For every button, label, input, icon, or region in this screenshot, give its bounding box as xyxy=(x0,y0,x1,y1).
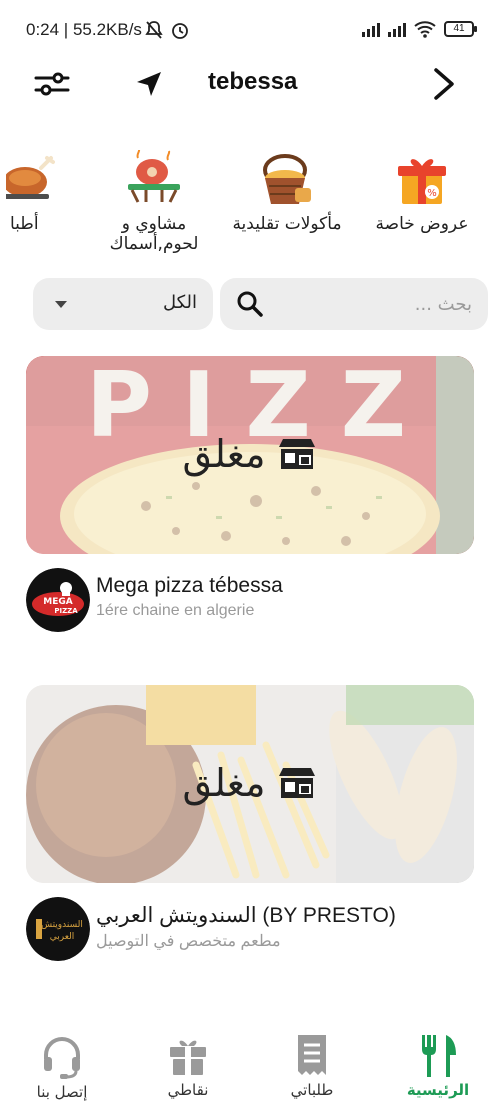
search-bar xyxy=(220,278,488,330)
category-grills[interactable]: مشاوي و لحوم,أسماك xyxy=(100,148,208,254)
fork-knife-icon xyxy=(416,1033,460,1077)
headset-icon xyxy=(40,1035,84,1079)
roast-chicken-icon xyxy=(6,150,58,210)
bread-basket-icon xyxy=(257,150,317,210)
category-label-line2: لحوم,أسماك xyxy=(109,234,199,254)
logo-text: MEGA xyxy=(43,597,72,607)
gift-icon xyxy=(166,1033,210,1077)
category-traditional[interactable]: مأكولات تقليدية xyxy=(222,150,352,234)
logo-text: PIZZA xyxy=(54,607,78,615)
nav-label: طلباتي xyxy=(290,1081,334,1099)
restaurant-name[interactable]: السندويتش العربي (BY PRESTO) xyxy=(96,903,396,928)
logo-text: العربي xyxy=(50,932,75,942)
store-closed-icon xyxy=(279,768,316,798)
wifi-icon xyxy=(414,21,436,38)
category-label: مأكولات تقليدية xyxy=(232,214,342,234)
category-label-line1: مشاوي و xyxy=(121,214,187,234)
nav-label: الرئيسية xyxy=(406,1081,470,1099)
grilled-meat-icon xyxy=(124,148,184,210)
mute-icon xyxy=(145,21,163,39)
closed-label: مغلق xyxy=(182,761,266,805)
dropdown-selected: الكل xyxy=(162,292,197,313)
bottom-navigation: إتصل بنا نقاطي طلباتي الرئيسية xyxy=(0,1011,500,1111)
nav-label: إتصل بنا xyxy=(36,1083,88,1101)
location-arrow-icon[interactable] xyxy=(133,68,165,100)
restaurant-description: مطعم متخصص في التوصيل xyxy=(96,933,281,950)
restaurant-description: 1ére chaine en algerie xyxy=(96,602,255,619)
store-closed-icon xyxy=(279,439,316,469)
chevron-down-icon xyxy=(55,301,67,308)
restaurant-logo[interactable]: السندويتش العربي xyxy=(26,897,90,961)
search-icon[interactable] xyxy=(236,290,264,318)
category-dishes[interactable]: أطبا xyxy=(4,150,60,234)
restaurant-name[interactable]: Mega pizza tébessa xyxy=(96,574,283,598)
closed-badge: مغلق xyxy=(26,761,474,805)
app-header: tebessa xyxy=(0,62,500,106)
gift-box-icon: % xyxy=(392,150,452,210)
signal-icon xyxy=(362,21,380,37)
filter-sliders-icon[interactable] xyxy=(34,68,70,100)
nav-home[interactable]: الرئيسية xyxy=(388,1033,488,1099)
closed-badge: مغلق xyxy=(26,432,474,476)
category-dropdown[interactable]: الكل xyxy=(33,278,213,330)
battery-indicator: 41 xyxy=(444,21,477,37)
category-strip: % عروض خاصة مأكولات تقليدية مشاوي و لحوم… xyxy=(0,148,500,260)
chevron-right-icon[interactable] xyxy=(430,66,458,102)
city-name[interactable]: tebessa xyxy=(208,68,297,96)
status-time: 0:24 | 55.2KB/s xyxy=(26,20,142,39)
svg-text:%: % xyxy=(427,188,437,199)
status-bar: 0:24 | 55.2KB/s 41 xyxy=(0,0,500,62)
restaurant-logo[interactable]: MEGA PIZZA xyxy=(26,568,90,632)
restaurant-card[interactable]: PIZZA مغلق xyxy=(26,356,474,632)
restaurant-photo[interactable]: PIZZA مغلق xyxy=(26,356,474,554)
closed-label: مغلق xyxy=(182,432,266,476)
nav-label: نقاطي xyxy=(167,1081,209,1099)
category-special-offers[interactable]: % عروض خاصة xyxy=(366,150,478,234)
alarm-icon xyxy=(172,23,188,39)
search-input[interactable] xyxy=(276,288,472,320)
logo-text: السندويتش xyxy=(41,920,83,930)
signal-icon-2 xyxy=(388,21,406,37)
restaurant-photo[interactable]: مغلق xyxy=(26,685,474,883)
nav-points[interactable]: نقاطي xyxy=(138,1033,238,1099)
restaurant-card[interactable]: مغلق السندويتش العربي السندويتش العربي (… xyxy=(26,685,474,961)
category-label: عروض خاصة xyxy=(375,214,469,234)
category-label: أطبا xyxy=(10,214,39,234)
nav-contact[interactable]: إتصل بنا xyxy=(12,1035,112,1101)
receipt-icon xyxy=(290,1033,334,1077)
nav-orders[interactable]: طلباتي xyxy=(262,1033,362,1099)
